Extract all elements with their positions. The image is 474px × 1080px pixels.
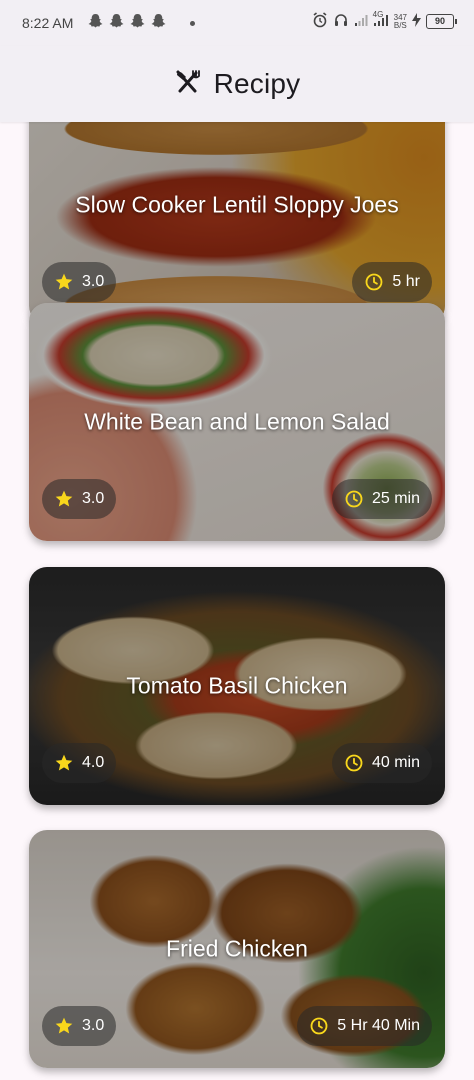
more-notifications-dot [190, 21, 195, 26]
cook-time-badge: 5 Hr 40 Min [297, 1006, 432, 1046]
cook-time-badge: 25 min [331, 479, 432, 519]
star-icon [54, 1016, 74, 1036]
rating-badge: 3.0 [42, 262, 117, 302]
rating-badge: 4.0 [42, 743, 117, 783]
snapchat-icon [109, 13, 124, 29]
headset-icon [333, 12, 349, 31]
alarm-icon [312, 12, 328, 31]
star-icon [54, 753, 74, 773]
network-speed-unit: B/S [393, 20, 407, 30]
rating-value: 3.0 [82, 273, 105, 290]
recipe-card[interactable]: Tomato Basil Chicken 4.0 40 min [29, 567, 445, 805]
snapchat-icon [88, 13, 103, 29]
rating-badge: 3.0 [42, 479, 117, 519]
cook-time-value: 40 min [371, 754, 420, 771]
status-bar: 8:22 AM 4G 347 B/S 90 [0, 0, 474, 46]
cook-time-badge: 40 min [331, 743, 432, 783]
app-title: Recipy [213, 68, 301, 99]
battery-level: 90 [426, 14, 457, 29]
recipe-card[interactable]: Fried Chicken 3.0 5 Hr 40 Min [29, 830, 445, 1068]
recipe-name: Tomato Basil Chicken [126, 672, 348, 699]
snapchat-icon [151, 13, 166, 29]
cook-time-value: 5 Hr 40 Min [337, 1017, 420, 1034]
app-bar: Recipy [0, 46, 474, 122]
cook-time-value: 25 min [371, 490, 420, 507]
recipe-card[interactable]: Slow Cooker Lentil Sloppy Joes 3.0 5 hr [29, 122, 445, 324]
cook-time-badge: 5 hr [352, 262, 432, 302]
rating-value: 3.0 [82, 1017, 105, 1034]
signal-4g-icon: 4G [372, 10, 389, 30]
clock-icon [364, 272, 384, 292]
signal-weak-icon [354, 13, 368, 30]
recipe-name: Slow Cooker Lentil Sloppy Joes [75, 191, 399, 218]
fork-knife-icon [174, 69, 200, 100]
cook-time-value: 5 hr [392, 273, 420, 290]
clock-icon [344, 489, 364, 509]
recipe-card[interactable]: White Bean and Lemon Salad 3.0 25 min [29, 303, 445, 541]
rating-value: 4.0 [82, 754, 105, 771]
status-time: 8:22 AM [22, 15, 74, 31]
rating-badge: 3.0 [42, 1006, 117, 1046]
notification-icons [88, 13, 166, 29]
network-speed: 347 B/S [393, 13, 407, 30]
status-indicators: 4G 347 B/S 90 [312, 10, 457, 31]
recipe-name: White Bean and Lemon Salad [84, 408, 390, 435]
star-icon [54, 489, 74, 509]
clock-icon [309, 1016, 329, 1036]
charging-icon [412, 13, 421, 30]
clock-icon [344, 753, 364, 773]
recipe-list[interactable]: Slow Cooker Lentil Sloppy Joes 3.0 5 hr … [0, 122, 474, 1080]
network-type-badge: 4G [372, 10, 384, 19]
recipe-name: Fried Chicken [166, 935, 308, 962]
rating-value: 3.0 [82, 490, 105, 507]
snapchat-icon [130, 13, 145, 29]
star-icon [54, 272, 74, 292]
